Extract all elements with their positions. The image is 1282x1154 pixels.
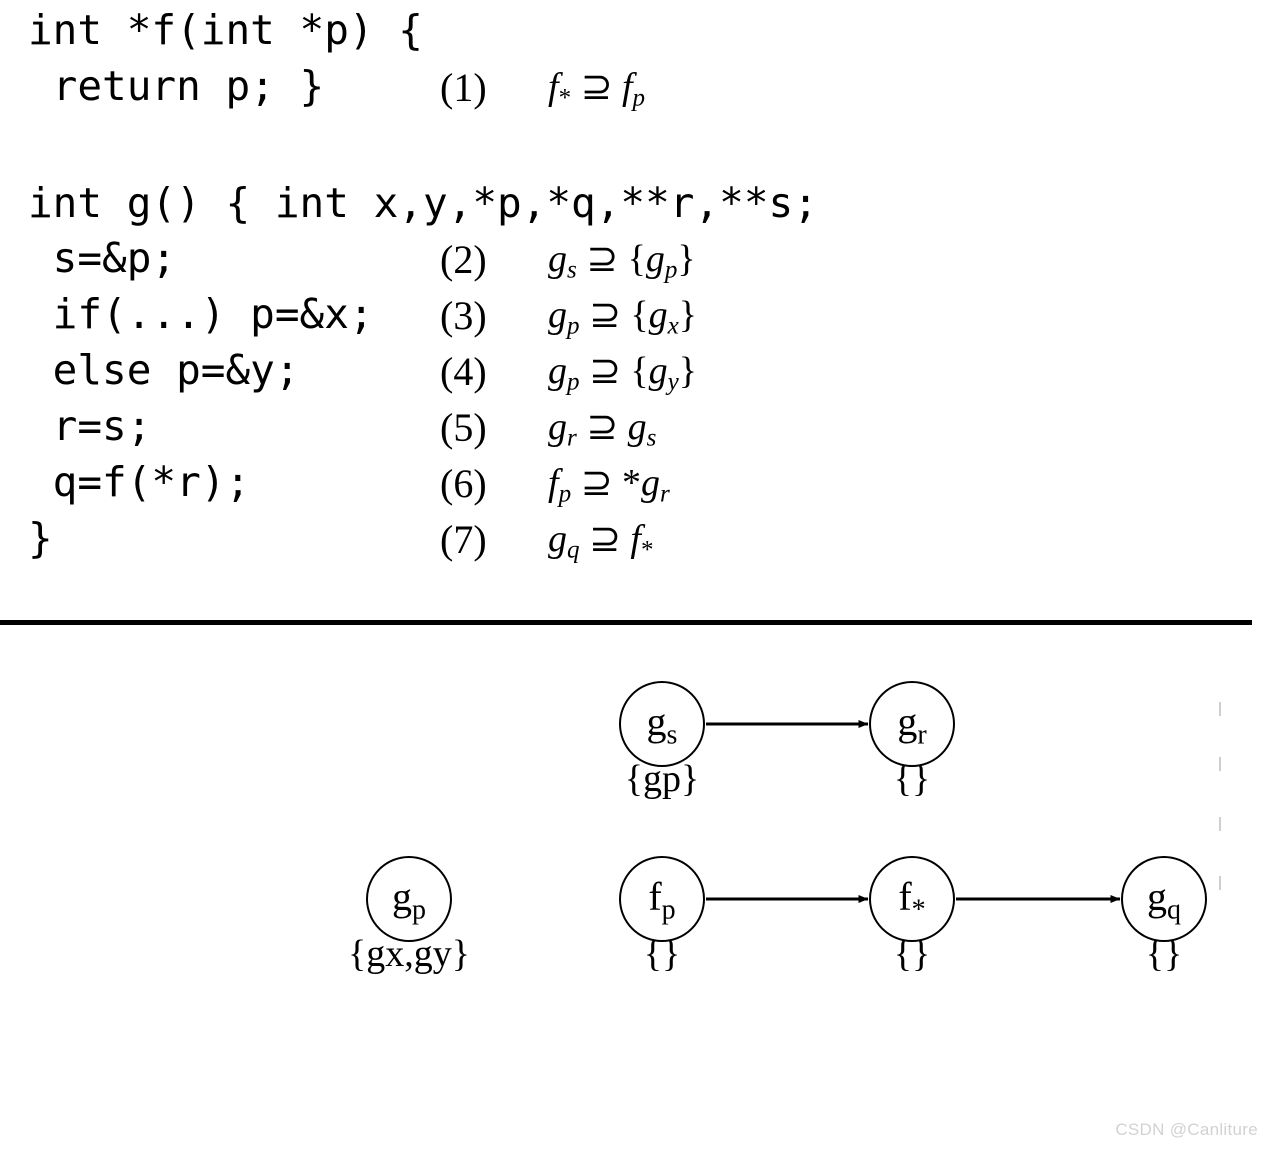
constraint-term: gs	[627, 406, 657, 452]
code-line: int *f(int *p) {	[28, 6, 423, 54]
code-and-constraints-block: int *f(int *p) { return p; } int g() { i…	[0, 0, 1282, 600]
constraint-term: f*	[548, 66, 572, 112]
constraint-term: fp	[548, 462, 572, 508]
graph-node-label: gq	[1147, 874, 1181, 926]
constraint-term: gp	[645, 238, 678, 284]
constraint-number: (3)	[440, 293, 487, 338]
code-line: s=&p;	[28, 234, 177, 282]
constraint-term: gs	[548, 238, 577, 284]
constraint-term: gy	[648, 350, 679, 396]
constraint-term: gq	[548, 518, 580, 564]
code-line: }	[28, 514, 53, 562]
open-brace: {	[627, 238, 646, 280]
constraint-expression: fp ⊇ *gr	[548, 462, 670, 508]
constraint-number: (1)	[440, 65, 487, 110]
code-line: r=s;	[28, 402, 152, 450]
close-brace: }	[678, 294, 698, 336]
constraint-number: (6)	[440, 461, 487, 506]
code-line: q=f(*r);	[28, 458, 251, 506]
close-brace: }	[678, 350, 698, 392]
graph-node-fstar[interactable]: f*	[869, 856, 955, 942]
constraint-term: gp	[548, 294, 580, 340]
constraint-graph: gs {gp} gr{} gp {gx,gy} fp{} f*{} gq{}	[0, 628, 1282, 1058]
superset-symbol: ⊇	[579, 350, 631, 392]
code-line: return p; }	[28, 62, 325, 110]
superset-symbol: ⊇	[576, 238, 628, 280]
graph-node-label: fp	[648, 874, 676, 926]
superset-symbol: ⊇	[571, 66, 622, 108]
constraint-expression: gr ⊇ gs	[548, 406, 657, 452]
constraint-expression: gp ⊇ {gy}	[548, 350, 698, 396]
constraint-term: gx	[648, 294, 679, 340]
superset-symbol: ⊇	[576, 406, 628, 448]
close-brace: }	[677, 238, 696, 280]
watermark: CSDN @Canliture	[1115, 1120, 1258, 1139]
constraint-expression: f* ⊇ fp	[548, 66, 646, 112]
superset-symbol: ⊇	[579, 518, 631, 560]
horizontal-rule	[0, 620, 1252, 625]
graph-node-label: gp	[392, 874, 426, 926]
graph-node-gq[interactable]: gq	[1121, 856, 1207, 942]
graph-node-gp[interactable]: gp	[366, 856, 452, 942]
open-brace: {	[630, 350, 649, 392]
constraint-expression: gs ⊇ {gp}	[548, 238, 696, 284]
graph-node-gr[interactable]: gr	[869, 681, 955, 767]
constraint-term: f*	[630, 518, 654, 564]
code-line: if(...) p=&x;	[28, 290, 374, 338]
constraint-term: gp	[548, 350, 580, 396]
code-line: int g() { int x,y,*p,*q,**r,**s;	[28, 179, 818, 227]
deref-symbol: *	[621, 462, 641, 504]
constraint-term: gr	[640, 462, 670, 508]
graph-node-gs[interactable]: gs	[619, 681, 705, 767]
constraint-number: (4)	[440, 349, 487, 394]
constraint-number: (5)	[440, 405, 487, 450]
constraint-term: fp	[621, 66, 646, 112]
superset-symbol: ⊇	[571, 462, 622, 504]
constraint-term: gr	[548, 406, 577, 452]
constraint-number: (7)	[440, 517, 487, 562]
constraint-expression: gp ⊇ {gx}	[548, 294, 698, 340]
superset-symbol: ⊇	[579, 294, 631, 336]
graph-node-label: f*	[898, 874, 926, 926]
graph-node-label: gs	[646, 699, 678, 751]
code-line: else p=&y;	[28, 346, 300, 394]
constraint-number: (2)	[440, 237, 487, 282]
constraint-expression: gq ⊇ f*	[548, 518, 654, 564]
graph-node-fp[interactable]: fp	[619, 856, 705, 942]
open-brace: {	[630, 294, 649, 336]
graph-node-label: gr	[897, 699, 927, 751]
